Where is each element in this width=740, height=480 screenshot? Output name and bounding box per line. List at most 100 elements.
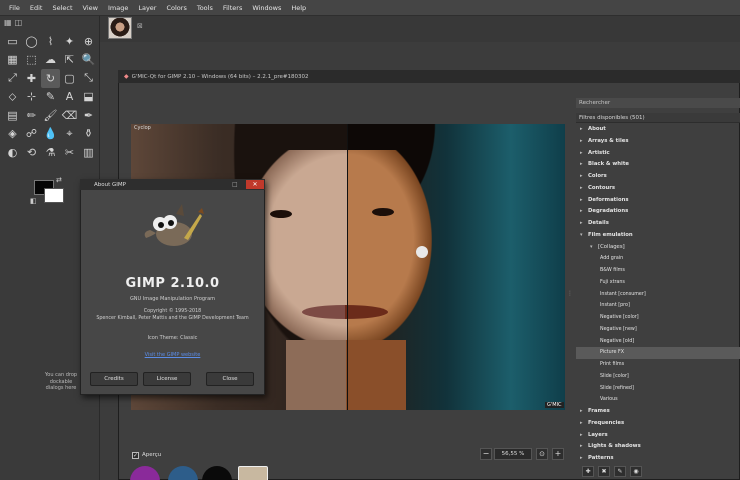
- collapsed-arrow-icon[interactable]: ▸: [580, 183, 588, 195]
- collapsed-arrow-icon[interactable]: ▸: [580, 453, 588, 465]
- filter-item[interactable]: Print films: [576, 359, 740, 371]
- filter-item[interactable]: Fuji xtrans: [576, 277, 740, 289]
- tool-icon[interactable]: ⬚: [22, 51, 41, 70]
- tool-icon[interactable]: ✦: [60, 32, 79, 51]
- credits-button[interactable]: Credits: [90, 372, 138, 386]
- tool-icon[interactable]: ☍: [22, 125, 41, 144]
- collapsed-arrow-icon[interactable]: ▸: [580, 171, 588, 183]
- tool-icon[interactable]: ▦: [3, 51, 22, 70]
- filter-category[interactable]: ▸ Arrays & tiles: [576, 136, 740, 148]
- dock-icon[interactable]: ▦: [4, 18, 12, 28]
- menu-layer[interactable]: Layer: [133, 4, 161, 12]
- expanded-arrow-icon[interactable]: ▾: [590, 242, 598, 254]
- collapsed-arrow-icon[interactable]: ▸: [580, 218, 588, 230]
- menu-image[interactable]: Image: [103, 4, 133, 12]
- dock-icon[interactable]: ◫: [15, 18, 23, 28]
- about-website-link[interactable]: Visit the GIMP website: [80, 352, 265, 358]
- filter-search[interactable]: Rechercher: [576, 98, 740, 108]
- close-button[interactable]: Close: [206, 372, 254, 386]
- tool-icon[interactable]: ✚: [22, 69, 41, 88]
- filter-category[interactable]: ▾ Film emulation: [576, 230, 740, 242]
- tool-icon[interactable]: ⊕: [79, 32, 98, 51]
- tool-icon[interactable]: ⬦: [3, 88, 22, 107]
- menu-windows[interactable]: Windows: [247, 4, 286, 12]
- filter-category[interactable]: ▸ Frames: [576, 406, 740, 418]
- filter-category[interactable]: ▸ Degradations: [576, 206, 740, 218]
- collapsed-arrow-icon[interactable]: ▸: [580, 159, 588, 171]
- zoom-field[interactable]: 56,55 %: [494, 448, 532, 460]
- tool-icon[interactable]: ◐: [3, 143, 22, 162]
- filter-category[interactable]: ▸ Lights & shadows: [576, 441, 740, 453]
- remove-fave-icon[interactable]: ✖: [598, 466, 610, 477]
- menu-tools[interactable]: Tools: [192, 4, 218, 12]
- tool-icon[interactable]: 🔍: [79, 51, 98, 70]
- filter-item[interactable]: Slide [color]: [576, 371, 740, 383]
- about-close-icon[interactable]: ✕: [246, 180, 264, 189]
- tool-icon[interactable]: ⬓: [79, 88, 98, 107]
- expanded-arrow-icon[interactable]: ▾: [580, 230, 588, 242]
- collapsed-arrow-icon[interactable]: ▸: [580, 124, 588, 136]
- add-fave-icon[interactable]: ✚: [582, 466, 594, 477]
- filter-item[interactable]: Various: [576, 394, 740, 406]
- tool-icon[interactable]: ⟲: [22, 143, 41, 162]
- collapsed-arrow-icon[interactable]: ▸: [580, 206, 588, 218]
- collapsed-arrow-icon[interactable]: ▸: [580, 430, 588, 442]
- filter-item[interactable]: B&W films: [576, 265, 740, 277]
- filter-item[interactable]: Instant [consumer]: [576, 289, 740, 301]
- filter-category[interactable]: ▸ About: [576, 124, 740, 136]
- tool-icon[interactable]: ◯: [22, 32, 41, 51]
- tool-icon[interactable]: ✏: [22, 106, 41, 125]
- tool-icon[interactable]: ⤡: [79, 69, 98, 88]
- tool-icon[interactable]: ▤: [3, 106, 22, 125]
- collapsed-arrow-icon[interactable]: ▸: [580, 148, 588, 160]
- menu-help[interactable]: Help: [286, 4, 311, 12]
- maximize-icon[interactable]: □: [232, 181, 238, 188]
- filter-category[interactable]: ▸ Deformations: [576, 195, 740, 207]
- tool-icon[interactable]: ⌇: [41, 32, 60, 51]
- collapsed-arrow-icon[interactable]: ▸: [580, 195, 588, 207]
- tool-icon[interactable]: 💧: [41, 125, 60, 144]
- preview-split-line[interactable]: [347, 124, 348, 410]
- background-color-swatch[interactable]: [44, 188, 64, 203]
- filter-category[interactable]: ▸ Colors: [576, 171, 740, 183]
- collapsed-arrow-icon[interactable]: ▸: [580, 441, 588, 453]
- filter-item[interactable]: ▾ [Collages]: [576, 242, 740, 254]
- collapsed-arrow-icon[interactable]: ▸: [580, 406, 588, 418]
- bottom-thumbnail[interactable]: [238, 466, 268, 480]
- filter-category[interactable]: ▸ Frequencies: [576, 418, 740, 430]
- tool-icon[interactable]: ⌖: [60, 125, 79, 144]
- filter-item[interactable]: Negative [new]: [576, 324, 740, 336]
- menu-edit[interactable]: Edit: [25, 4, 48, 12]
- filter-item[interactable]: Add grain: [576, 253, 740, 265]
- tool-icon[interactable]: 🖌: [41, 106, 60, 125]
- image-tab-thumbnail[interactable]: [108, 17, 132, 39]
- menu-colors[interactable]: Colors: [161, 4, 191, 12]
- filter-category[interactable]: ▸ Details: [576, 218, 740, 230]
- tool-icon[interactable]: A: [60, 88, 79, 107]
- menu-view[interactable]: View: [78, 4, 103, 12]
- filter-item[interactable]: Slide [refined]: [576, 383, 740, 395]
- tool-icon[interactable]: ▢: [60, 69, 79, 88]
- filter-item[interactable]: Picture FX: [576, 347, 740, 359]
- filter-item[interactable]: Negative [old]: [576, 336, 740, 348]
- menu-select[interactable]: Select: [47, 4, 77, 12]
- filter-category[interactable]: ▸ Artistic: [576, 148, 740, 160]
- panel-splitter-handle[interactable]: ⋮: [567, 290, 573, 297]
- tool-icon[interactable]: ◈: [3, 125, 22, 144]
- tool-icon[interactable]: ⌫: [60, 106, 79, 125]
- filter-category[interactable]: ▸ Contours: [576, 183, 740, 195]
- filter-category[interactable]: ▸ Patterns: [576, 453, 740, 465]
- menu-file[interactable]: File: [4, 4, 25, 12]
- zoom-out-button[interactable]: −: [480, 448, 492, 460]
- filter-item[interactable]: Negative [color]: [576, 312, 740, 324]
- tool-icon[interactable]: ⤢: [3, 69, 22, 88]
- collapsed-arrow-icon[interactable]: ▸: [580, 418, 588, 430]
- tool-icon[interactable]: ✒: [79, 106, 98, 125]
- tool-icon[interactable]: ⚗: [41, 143, 60, 162]
- tool-icon[interactable]: ↻: [41, 69, 60, 88]
- zoom-fit-icon[interactable]: ⊙: [536, 448, 548, 460]
- swap-colors-icon[interactable]: ⇄: [56, 176, 62, 184]
- tool-icon[interactable]: ⊹: [22, 88, 41, 107]
- tool-icon[interactable]: ☁: [41, 51, 60, 70]
- license-button[interactable]: License: [143, 372, 191, 386]
